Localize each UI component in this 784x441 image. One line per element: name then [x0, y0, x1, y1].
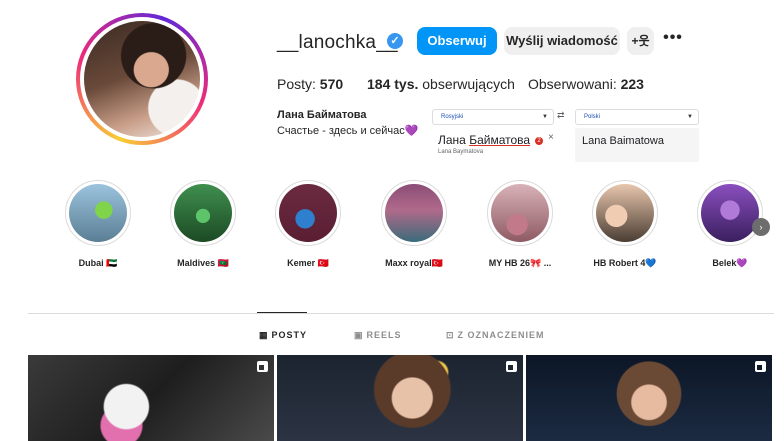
tab-reels[interactable]: ▣ REELS — [354, 330, 402, 341]
tab-posts[interactable]: ▦ POSTY — [259, 330, 307, 341]
grid-icon: ▦ — [259, 330, 268, 340]
highlight-ring — [275, 180, 341, 246]
add-user-icon[interactable]: +웃 — [627, 27, 654, 55]
highlight-cover — [701, 184, 759, 242]
highlight-item[interactable]: MY HB 26🎀 ... — [487, 180, 553, 268]
profile-username: __lanochka__ — [277, 32, 398, 53]
source-text-first: Лана — [438, 133, 470, 147]
following-stat[interactable]: Obserwowani: 223 — [528, 76, 644, 92]
following-count: 223 — [620, 76, 644, 92]
highlight-ring — [381, 180, 447, 246]
tab-posts-label: POSTY — [271, 330, 308, 340]
following-label: Obserwowani: — [528, 76, 617, 92]
verified-badge-icon: ✓ — [387, 33, 403, 49]
highlight-cover — [69, 184, 127, 242]
avatar-image — [84, 21, 200, 137]
profile-bio: Счастье - здесь и сейчас💜 — [277, 125, 419, 137]
target-language-select[interactable]: Polski ▼ — [575, 109, 699, 125]
post-thumbnail[interactable] — [277, 355, 523, 441]
source-text-second: Байматова — [469, 133, 531, 147]
tab-tagged[interactable]: ⊡ Z OZNACZENIEM — [446, 330, 545, 341]
highlight-ring — [170, 180, 236, 246]
swap-languages-icon[interactable]: ⇄ — [557, 110, 565, 121]
highlight-label: Maldives 🇲🇻 — [177, 258, 229, 268]
translation-source-text[interactable]: Лана Байматова — [438, 133, 530, 147]
highlight-label: Maxx royal🇹🇷 — [385, 258, 443, 268]
translation-output-text: Lana Baimatowa — [582, 135, 664, 147]
follow-button[interactable]: Obserwuj — [417, 27, 497, 55]
highlight-cover — [491, 184, 549, 242]
profile-avatar[interactable] — [76, 13, 208, 145]
highlight-item[interactable]: HB Robert 4💙 — [592, 180, 658, 268]
carousel-icon — [506, 361, 517, 372]
translation-source-box[interactable]: Лана Байматова Lana Baymatova 2 × — [432, 128, 557, 162]
tab-reels-label: REELS — [366, 330, 402, 340]
posts-stat: Posty: 570 — [277, 76, 343, 92]
suggestion-badge[interactable]: 2 — [535, 137, 543, 145]
highlight-ring — [697, 180, 763, 246]
target-language-label: Polski — [584, 114, 601, 120]
highlight-label: HB Robert 4💙 — [593, 258, 657, 268]
tabs-divider — [28, 313, 774, 314]
tab-tagged-label: Z OZNACZENIEM — [457, 330, 545, 340]
posts-count: 570 — [319, 76, 344, 92]
highlight-label: MY HB 26🎀 ... — [488, 258, 552, 268]
profile-full-name: Лана Байматова — [277, 109, 367, 121]
followers-stat[interactable]: 184 tys. obserwujących — [367, 76, 515, 92]
translation-output-box: Lana Baimatowa — [575, 128, 699, 162]
send-message-button[interactable]: Wyślij wiadomość — [504, 27, 620, 55]
posts-label: Posty: — [277, 76, 316, 92]
highlight-cover — [174, 184, 232, 242]
followers-count: 184 tys. — [367, 76, 419, 92]
active-tab-indicator — [257, 312, 307, 313]
followers-label: obserwujących — [422, 76, 515, 92]
more-options-icon[interactable]: ••• — [661, 28, 685, 52]
chevron-down-icon: ▼ — [687, 114, 693, 120]
highlight-ring — [592, 180, 658, 246]
reels-icon: ▣ — [354, 330, 363, 340]
source-language-select[interactable]: Rosyjski ▼ — [432, 109, 554, 125]
highlight-item[interactable]: Maldives 🇲🇻 — [170, 180, 236, 268]
highlight-cover — [596, 184, 654, 242]
highlight-label: Belek💜 — [712, 258, 748, 268]
carousel-icon — [257, 361, 268, 372]
highlight-ring — [65, 180, 131, 246]
highlight-item[interactable]: Kemer 🇹🇷 — [275, 180, 341, 268]
highlight-cover — [279, 184, 337, 242]
highlight-item[interactable]: Maxx royal🇹🇷 — [381, 180, 447, 268]
highlight-label: Dubai 🇦🇪 — [78, 258, 118, 268]
post-thumbnail[interactable] — [526, 355, 772, 441]
highlight-item[interactable]: Belek💜 — [697, 180, 763, 268]
source-language-label: Rosyjski — [441, 114, 464, 120]
source-transliteration: Lana Baymatova — [438, 149, 484, 155]
tagged-icon: ⊡ — [446, 330, 454, 340]
highlight-item[interactable]: Dubai 🇦🇪 — [65, 180, 131, 268]
chevron-down-icon: ▼ — [542, 114, 548, 120]
highlight-ring — [487, 180, 553, 246]
highlight-label: Kemer 🇹🇷 — [287, 258, 329, 268]
close-icon[interactable]: × — [548, 132, 554, 143]
carousel-icon — [755, 361, 766, 372]
avatar-inner — [80, 17, 204, 141]
highlight-cover — [385, 184, 443, 242]
post-thumbnail[interactable] — [28, 355, 274, 441]
chevron-right-icon[interactable]: › — [752, 218, 770, 236]
